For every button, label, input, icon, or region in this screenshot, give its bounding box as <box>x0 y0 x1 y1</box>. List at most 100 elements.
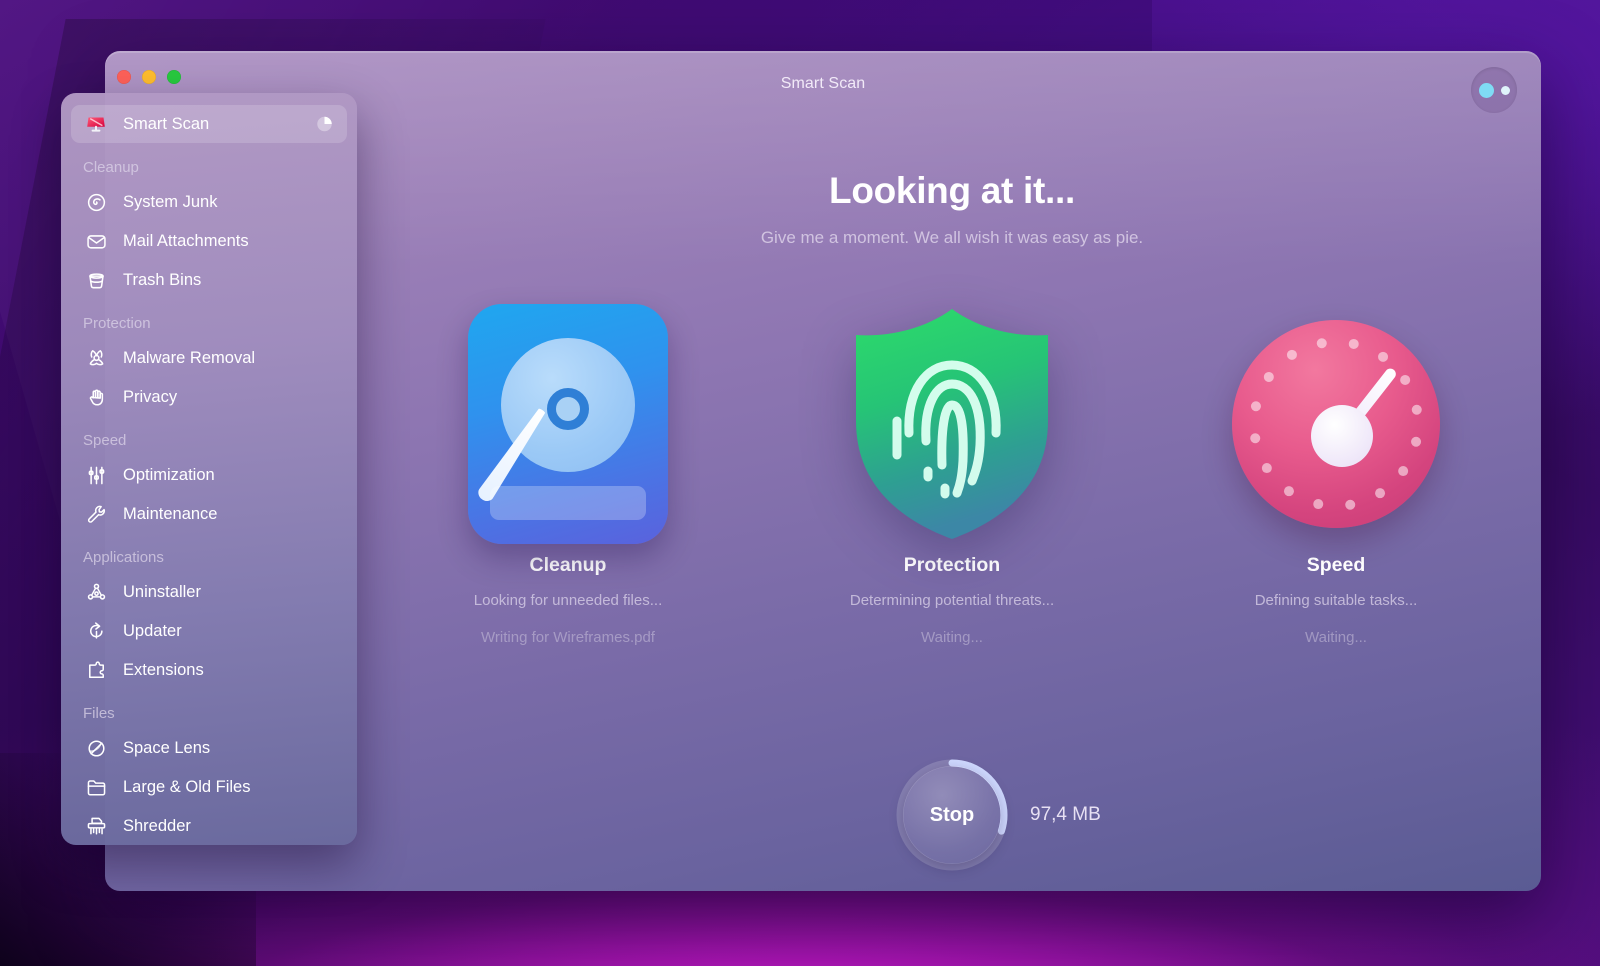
sidebar-section-protection: Protection <box>83 315 151 332</box>
stop-button-wrapper: Stop <box>894 757 1010 873</box>
gauge-tick-icon <box>1261 463 1272 474</box>
gauge-tick-icon <box>1411 404 1422 415</box>
scan-card-detail: Writing for Wireframes.pdf <box>481 629 655 646</box>
sidebar-item-label: Mail Attachments <box>123 231 249 250</box>
stop-button[interactable]: Stop <box>903 766 1001 864</box>
gauge-tick-icon <box>1316 338 1327 349</box>
sidebar-item-privacy[interactable]: Privacy <box>71 378 347 416</box>
biohazard-icon <box>89 349 103 365</box>
sidebar-item-label: Optimization <box>123 465 215 484</box>
sliders-icon <box>88 466 104 484</box>
smart-scan-monitor-icon <box>87 117 105 132</box>
scan-card-status: Defining suitable tasks... <box>1254 592 1418 609</box>
sidebar-item-trash-bins[interactable]: Trash Bins <box>71 261 347 299</box>
main-content: Looking at it... Give me a moment. We al… <box>363 105 1541 891</box>
molecule-icon <box>83 579 109 605</box>
system-junk-icon <box>83 189 109 215</box>
shield-fingerprint-icon <box>856 309 1048 539</box>
sidebar-item-label: Privacy <box>123 387 178 406</box>
sidebar-item-label: Large & Old Files <box>123 777 251 796</box>
scan-card-status: Determining potential threats... <box>849 592 1055 609</box>
gauge-tick-icon <box>1250 433 1261 444</box>
mail-envelope-icon <box>86 234 106 249</box>
sidebar-item-label: Shredder <box>123 816 191 835</box>
window-title: Smart Scan <box>780 75 866 92</box>
sidebar-item-maintenance[interactable]: Maintenance <box>71 495 347 533</box>
biohazard-icon <box>83 345 109 371</box>
disk-base-bar-icon <box>490 486 646 520</box>
hand-stop-icon <box>83 384 109 410</box>
gauge-tick-icon <box>1411 436 1422 447</box>
wrench-icon <box>83 501 109 527</box>
folder-icon <box>87 779 105 796</box>
sidebar-item-extensions[interactable]: Extensions <box>71 651 347 689</box>
planet-lens-icon <box>87 739 105 757</box>
folder-icon <box>83 774 109 800</box>
scan-card-status: Looking for unneeded files... <box>473 592 663 609</box>
pie-progress-icon <box>317 116 332 132</box>
smart-scan-monitor-icon <box>83 111 109 137</box>
trash-bin-icon <box>88 272 104 288</box>
scan-card-title: Protection <box>903 554 1001 576</box>
gauge-tick-icon <box>1375 488 1386 499</box>
refresh-arrow-icon <box>83 618 109 644</box>
sidebar-item-label: System Junk <box>123 192 218 211</box>
sidebar-item-optimization[interactable]: Optimization <box>71 456 347 494</box>
planet-lens-icon <box>83 735 109 761</box>
gauge-tick-icon <box>1398 466 1409 477</box>
sidebar-item-label: Malware Removal <box>123 348 256 367</box>
gauge-tick-icon <box>1250 401 1261 412</box>
sidebar-section-cleanup: Cleanup <box>83 159 139 176</box>
sidebar-item-malware-removal[interactable]: Malware Removal <box>71 339 347 377</box>
sidebar-item-label: Extensions <box>123 660 204 679</box>
system-junk-icon <box>87 193 105 211</box>
mail-envelope-icon <box>83 228 109 254</box>
scan-card-speed[interactable]: Speed Defining suitable tasks... Waiting… <box>1200 300 1472 646</box>
sidebar-item-mail-attachments[interactable]: Mail Attachments <box>71 222 347 260</box>
sidebar-item-label: Smart Scan <box>123 114 210 133</box>
sliders-icon <box>83 462 109 488</box>
trash-bin-icon <box>83 267 109 293</box>
puzzle-piece-icon <box>83 657 109 683</box>
hand-stop-icon <box>89 389 103 406</box>
shredder-icon <box>87 817 105 835</box>
scan-category-list: Cleanup Looking for unneeded files... Wr… <box>363 300 1541 646</box>
hard-drive-icon <box>468 304 668 544</box>
refresh-arrow-icon <box>89 621 103 639</box>
scan-card-art <box>1200 300 1472 548</box>
scan-card-protection[interactable]: Protection Determining potential threats… <box>816 300 1088 646</box>
sidebar-item-label: Maintenance <box>123 504 218 523</box>
scan-card-title: Speed <box>1306 554 1366 576</box>
scan-card-art <box>816 300 1088 548</box>
shredder-icon <box>83 813 109 839</box>
scan-controls: Stop 97,4 MB <box>363 735 1541 891</box>
sidebar-section-files: Files <box>83 705 115 722</box>
scan-card-cleanup[interactable]: Cleanup Looking for unneeded files... Wr… <box>432 300 704 646</box>
sidebar-item-label: Space Lens <box>123 738 211 757</box>
sidebar-item-system-junk[interactable]: System Junk <box>71 183 347 221</box>
gauge-tick-icon <box>1345 499 1356 510</box>
scan-card-detail: Waiting... <box>1305 629 1367 646</box>
gauge-tick-icon <box>1348 338 1359 349</box>
sidebar-item-label: Uninstaller <box>123 582 201 601</box>
sidebar-item-large-old-files[interactable]: Large & Old Files <box>71 768 347 806</box>
scan-card-art <box>432 300 704 548</box>
sidebar-item-space-lens[interactable]: Space Lens <box>71 729 347 767</box>
gauge-tick-icon <box>1283 486 1294 497</box>
scan-card-detail: Waiting... <box>921 629 983 646</box>
scan-card-title: Cleanup <box>529 554 607 576</box>
sidebar-item-shredder[interactable]: Shredder <box>71 807 347 845</box>
sidebar-item-smart-scan[interactable]: Smart Scan <box>71 105 347 143</box>
gauge-hub-icon <box>1311 405 1373 467</box>
sidebar: Smart Scan Cleanup System Junk Mail Attachm… <box>61 93 357 845</box>
scanned-size-label: 97,4 MB <box>1030 804 1101 825</box>
gauge-tick-icon <box>1378 351 1389 362</box>
wrench-icon <box>87 505 105 523</box>
gauge-tick-icon <box>1286 349 1297 360</box>
sidebar-item-label: Trash Bins <box>123 270 202 289</box>
puzzle-piece-icon <box>88 660 104 678</box>
sidebar-item-updater[interactable]: Updater <box>71 612 347 650</box>
sidebar-item-uninstaller[interactable]: Uninstaller <box>71 573 347 611</box>
gauge-tick-icon <box>1263 371 1274 382</box>
gauge-tick-icon <box>1400 374 1411 385</box>
